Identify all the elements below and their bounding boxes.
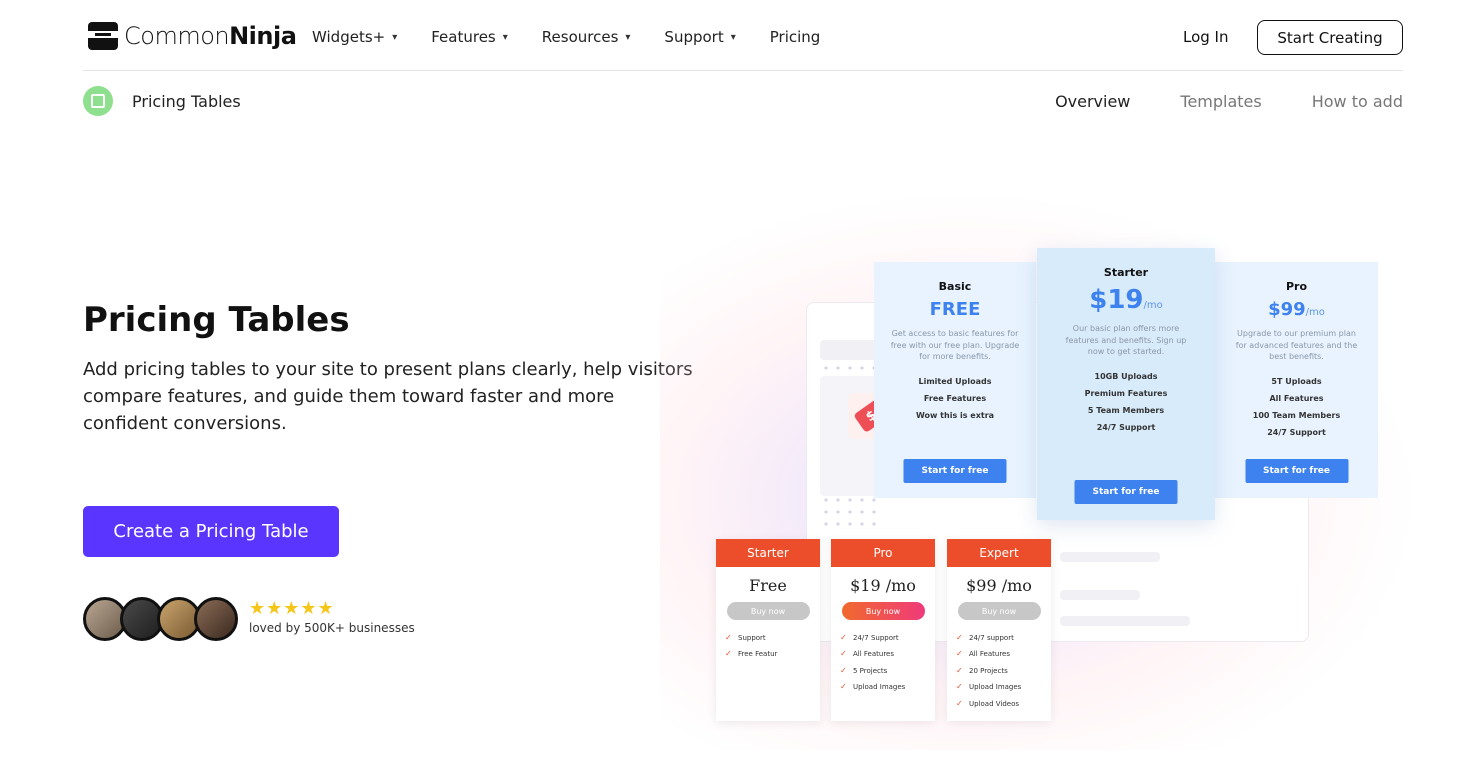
create-pricing-table-button[interactable]: Create a Pricing Table xyxy=(83,506,339,557)
customer-avatars xyxy=(83,597,243,641)
widget-title: Pricing Tables xyxy=(132,92,241,111)
main-nav: Widgets+ ▾ Features ▾ Resources ▾ Support ▾ … xyxy=(312,28,854,46)
pricing-card-basic: Basic FREE Get access to basic features … xyxy=(874,262,1036,498)
rating: ★★★★★ loved by 500K+ businesses xyxy=(249,598,415,635)
chevron-down-icon: ▾ xyxy=(502,31,508,43)
tab-overview[interactable]: Overview xyxy=(1055,92,1130,111)
placeholder-bar xyxy=(1060,616,1190,626)
chevron-down-icon: ▾ xyxy=(392,31,398,43)
start-for-free-button[interactable]: Start for free xyxy=(903,459,1007,483)
nav-support[interactable]: Support ▾ xyxy=(664,28,735,46)
social-proof-text: loved by 500K+ businesses xyxy=(249,621,415,635)
placeholder-bar xyxy=(1060,590,1140,600)
avatar xyxy=(194,597,238,641)
start-for-free-button[interactable]: Start for free xyxy=(1074,480,1178,504)
pricing-card-starter: Starter $19/mo Our basic plan offers mor… xyxy=(1037,248,1215,520)
orange-card-pro: Pro $19 /mo Buy now 24/7 Support All Fea… xyxy=(831,539,935,721)
tab-templates[interactable]: Templates xyxy=(1180,92,1261,111)
nav-features[interactable]: Features ▾ xyxy=(431,28,508,46)
widget-tabs: Overview Templates How to add xyxy=(1005,92,1403,111)
orange-card-expert: Expert $99 /mo Buy now 24/7 support All … xyxy=(947,539,1051,721)
buy-now-button[interactable]: Buy now xyxy=(841,602,925,620)
nav-pricing[interactable]: Pricing xyxy=(770,28,821,46)
buy-now-button[interactable]: Buy now xyxy=(726,602,810,620)
commonninja-logo[interactable]: CommonNinja xyxy=(88,22,297,50)
start-for-free-button[interactable]: Start for free xyxy=(1245,459,1348,483)
page-title: Pricing Tables xyxy=(83,300,350,340)
hero-description: Add pricing tables to your site to prese… xyxy=(83,359,693,434)
buy-now-button[interactable]: Buy now xyxy=(957,602,1041,620)
widget-subheader: Pricing Tables Overview Templates How to… xyxy=(83,86,1403,118)
pricing-card-pro: Pro $99/mo Upgrade to our premium plan f… xyxy=(1215,262,1378,498)
top-header: CommonNinja Widgets+ ▾ Features ▾ Resource… xyxy=(83,0,1403,71)
pricing-tables-icon xyxy=(83,86,113,116)
logo-text: CommonNinja xyxy=(124,22,297,50)
start-creating-button[interactable]: Start Creating xyxy=(1257,20,1403,55)
chevron-down-icon: ▾ xyxy=(625,31,631,43)
login-link[interactable]: Log In xyxy=(1183,28,1229,46)
chevron-down-icon: ▾ xyxy=(730,31,736,43)
star-rating-icon: ★★★★★ xyxy=(249,598,335,619)
nav-resources[interactable]: Resources ▾ xyxy=(542,28,631,46)
nav-widgets[interactable]: Widgets+ ▾ xyxy=(312,28,397,46)
orange-card-starter: Starter Free Buy now Support Free Featur xyxy=(716,539,820,721)
tab-how-to-add[interactable]: How to add xyxy=(1312,92,1403,111)
ninja-logo-icon xyxy=(88,22,118,50)
placeholder-bar xyxy=(1060,552,1160,562)
